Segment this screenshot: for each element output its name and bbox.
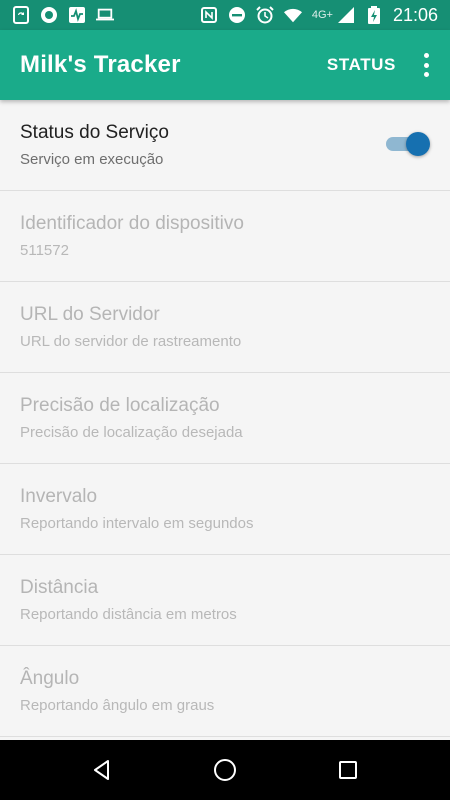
pref-summary: Serviço em execução [20,151,164,168]
pref-title: Ângulo [20,668,80,689]
switch-thumb [406,132,430,156]
battery-charging-icon [365,6,383,24]
pref-distance[interactable]: Distância Reportando distância em metros [0,555,450,646]
pref-title: Invervalo [20,486,98,507]
app-bar: Milk's Tracker STATUS [0,30,450,100]
pref-service-status[interactable]: Status do Serviço Serviço em execução [0,100,450,191]
status-button[interactable]: STATUS [327,55,396,75]
pref-angle[interactable]: Ângulo Reportando ângulo em graus [0,646,450,737]
status-bar-right: 4G+ 21:06 [200,5,438,26]
pref-interval[interactable]: Invervalo Reportando intervalo em segund… [0,464,450,555]
app-title: Milk's Tracker [20,51,181,78]
pref-title: Distância [20,577,99,598]
back-icon[interactable] [82,750,122,790]
pref-title: URL do Servidor [20,304,160,325]
clock: 21:06 [392,4,438,25]
pref-title: Precisão de localização [20,395,220,416]
signal-icon [337,6,355,24]
pref-summary: Reportando ângulo em graus [20,697,215,714]
sync-icon [12,6,30,24]
recents-icon[interactable] [328,750,368,790]
network-type: 4G+ [311,9,333,21]
home-icon[interactable] [205,750,245,790]
pref-location-accuracy[interactable]: Precisão de localização Precisão de loca… [0,373,450,464]
activity-icon [68,6,86,24]
pref-summary: Reportando intervalo em segundos [20,515,254,532]
service-status-switch[interactable] [386,132,430,156]
pref-server-url[interactable]: URL do Servidor URL do servidor de rastr… [0,282,450,373]
pref-summary: URL do servidor de rastreamento [20,333,242,350]
status-bar: 4G+ 21:06 [0,0,450,30]
wifi-icon [283,6,302,24]
pref-summary: Precisão de localização desejada [20,424,243,441]
laptop-icon [96,6,114,24]
pref-title: Identificador do dispositivo [20,213,244,234]
more-vert-icon[interactable] [420,53,432,77]
pref-summary: 511572 [20,242,69,259]
pref-device-identifier[interactable]: Identificador do dispositivo 511572 [0,191,450,282]
record-icon [40,6,58,24]
do-not-disturb-icon [228,6,246,24]
status-bar-left [12,6,114,24]
preferences-list: Status do Serviço Serviço em execução Id… [0,100,450,740]
nfc-icon [200,6,218,24]
navigation-bar [0,740,450,800]
pref-summary: Reportando distância em metros [20,606,237,623]
pref-title: Status do Serviço [20,122,169,143]
alarm-icon [256,6,274,24]
